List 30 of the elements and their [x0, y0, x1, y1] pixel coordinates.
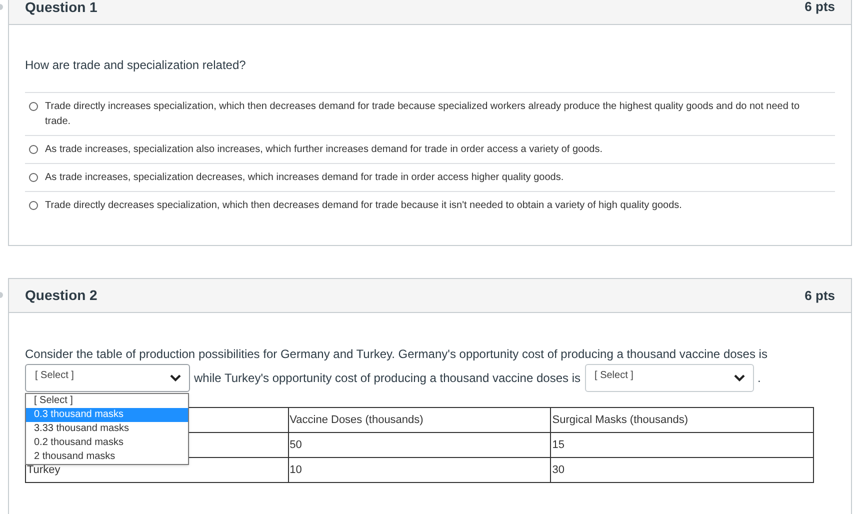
answer-option: As trade increases, specialization decreases, which increases demand for trade in order access higher quality goods. [45, 170, 584, 185]
table-cell: 10 [288, 458, 551, 482]
question-text: while Turkey's opportunity cost of producing a thousand vaccine doses is [194, 370, 581, 387]
radio-button[interactable] [29, 173, 38, 182]
marker-icon [0, 292, 3, 298]
marker-icon [0, 4, 3, 10]
radio-button[interactable] [29, 145, 38, 154]
chevron-down-icon [170, 374, 181, 382]
table-cell: 50 [288, 432, 551, 458]
answer-option: Trade directly decreases specialization, which then decreases demand for trade because it isn't needed to obtain a variety of high quality goods. [45, 198, 702, 213]
answer-option: Trade directly increases specialization, which then decreases demand for trade because specialized workers already produce the highest quality goods and do not need to trade. [45, 99, 835, 129]
question-points: 6 pts [804, 286, 835, 305]
question-text: . [758, 370, 761, 387]
question-title: Question 1 [25, 0, 98, 14]
answer-option: As trade increases, specialization also increases, which further increases demand for trade in order access a variety of goods. [45, 142, 622, 157]
question-title: Question 2 [25, 286, 98, 305]
question-prompt: How are trade and specialization related? [25, 57, 247, 74]
question-text: Consider the table of production possibilities for Germany and Turkey. Germany's opportunity cost of producing a thousand vaccine doses is [25, 346, 768, 362]
table-header-cell: Vaccine Doses (thousands) [288, 408, 551, 432]
chevron-down-icon [734, 374, 745, 382]
table-cell: 30 [550, 458, 814, 482]
radio-button[interactable] [29, 102, 38, 111]
table-header-cell: Surgical Masks (thousands) [550, 408, 814, 432]
table-cell: 15 [550, 432, 814, 458]
dropdown-option[interactable]: [ Select ] [26, 394, 188, 408]
radio-button[interactable] [29, 201, 38, 210]
select-dropdown[interactable]: [ Select ] [584, 364, 754, 392]
select-dropdown[interactable]: [ Select ] [25, 364, 190, 392]
dropdown-option[interactable]: 3.33 thousand masks [26, 422, 188, 436]
question-points: 6 pts [804, 0, 835, 14]
